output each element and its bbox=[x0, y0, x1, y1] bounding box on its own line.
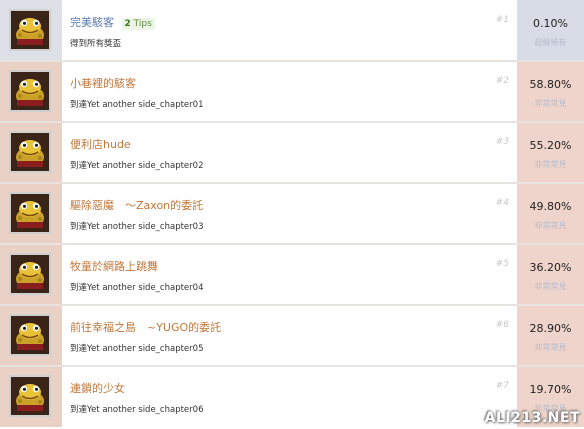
achievement-row[interactable]: 牧童於網路上跳舞 到達Yet another side_chapter04 #5… bbox=[0, 244, 584, 305]
achievement-row[interactable]: 小巷裡的駭客 到達Yet another side_chapter01 #2 5… bbox=[0, 61, 584, 122]
achievement-description: 到達Yet another side_chapter04 bbox=[70, 283, 204, 293]
rarity-label: 非常常見 bbox=[534, 221, 567, 230]
achievement-number: #1 bbox=[495, 15, 509, 25]
rarity-label: 非常常見 bbox=[534, 343, 567, 352]
row-divider bbox=[0, 304, 584, 306]
rarity-panel: 36.20% 非常常見 bbox=[517, 244, 584, 305]
row-content: 牧童於網路上跳舞 到達Yet another side_chapter04 #5 bbox=[62, 244, 517, 305]
achievement-row[interactable]: 前往幸福之島 ~YUGO的委託 到達Yet another side_chapt… bbox=[0, 305, 584, 366]
achievement-title-text[interactable]: 完美駭客 bbox=[70, 16, 114, 29]
row-icon-area bbox=[0, 366, 62, 427]
achievement-row[interactable]: 驅除惡魔 ～Zaxon的委託 到達Yet another side_chapte… bbox=[0, 183, 584, 244]
row-divider bbox=[0, 121, 584, 123]
achievement-row[interactable]: 便利店hude 到達Yet another side_chapter02 #3 … bbox=[0, 122, 584, 183]
achievement-title-text[interactable]: 連鎖的少女 bbox=[70, 382, 125, 395]
achievement-number: #3 bbox=[495, 137, 509, 147]
achievement-description: 到達Yet another side_chapter02 bbox=[70, 161, 204, 171]
achievement-description: 到達Yet another side_chapter05 bbox=[70, 344, 204, 354]
achievement-title-text[interactable]: 便利店hude bbox=[70, 138, 131, 151]
achievement-title[interactable]: 完美駭客 2 Tips bbox=[70, 14, 155, 30]
rarity-label: 非常常見 bbox=[534, 282, 567, 291]
rarity-panel: 28.90% 非常常見 bbox=[517, 305, 584, 366]
row-divider bbox=[0, 365, 584, 367]
achievement-row[interactable]: 完美駭客 2 Tips 得到所有獎盃 #1 0.10% 超級稀有 bbox=[0, 0, 584, 61]
row-icon-area bbox=[0, 61, 62, 122]
rarity-label: 超級稀有 bbox=[534, 38, 567, 47]
rarity-panel: 55.20% 非常常見 bbox=[517, 122, 584, 183]
rarity-label: 非常常見 bbox=[534, 99, 567, 108]
rarity-panel: 49.80% 非常常見 bbox=[517, 183, 584, 244]
row-content: 驅除惡魔 ～Zaxon的委託 到達Yet another side_chapte… bbox=[62, 183, 517, 244]
achievement-title-text[interactable]: 牧童於網路上跳舞 bbox=[70, 260, 158, 273]
achievement-description: 得到所有獎盃 bbox=[70, 39, 122, 49]
achievement-title[interactable]: 便利店hude bbox=[70, 136, 131, 152]
achievement-description: 到達Yet another side_chapter06 bbox=[70, 405, 204, 415]
row-content: 便利店hude 到達Yet another side_chapter02 #3 bbox=[62, 122, 517, 183]
row-divider bbox=[0, 60, 584, 62]
row-divider bbox=[0, 243, 584, 245]
achievement-number: #4 bbox=[495, 198, 509, 208]
tips-badge[interactable]: 2 Tips bbox=[121, 18, 155, 30]
row-content: 前往幸福之島 ~YUGO的委託 到達Yet another side_chapt… bbox=[62, 305, 517, 366]
row-icon-area bbox=[0, 0, 62, 61]
trophy-toad-icon bbox=[9, 253, 51, 295]
row-content: 連鎖的少女 到達Yet another side_chapter06 #7 bbox=[62, 366, 517, 427]
tips-label: Tips bbox=[133, 19, 152, 29]
tips-count: 2 bbox=[124, 19, 131, 29]
unlock-percent: 0.10% bbox=[533, 17, 568, 30]
unlock-percent: 58.80% bbox=[529, 78, 572, 91]
row-icon-area bbox=[0, 244, 62, 305]
achievement-list: 完美駭客 2 Tips 得到所有獎盃 #1 0.10% 超級稀有 小巷裡的駭客 … bbox=[0, 0, 584, 429]
rarity-label: 非常常見 bbox=[534, 160, 567, 169]
unlock-percent: 36.20% bbox=[529, 261, 572, 274]
achievement-number: #5 bbox=[495, 259, 509, 269]
row-divider bbox=[0, 182, 584, 184]
trophy-toad-icon bbox=[9, 9, 51, 51]
achievement-title[interactable]: 連鎖的少女 bbox=[70, 380, 125, 396]
trophy-toad-icon bbox=[9, 314, 51, 356]
achievement-title-text[interactable]: 驅除惡魔 ～Zaxon的委託 bbox=[70, 199, 203, 212]
achievement-title[interactable]: 驅除惡魔 ～Zaxon的委託 bbox=[70, 197, 203, 213]
trophy-toad-icon bbox=[9, 375, 51, 417]
achievement-number: #2 bbox=[495, 76, 509, 86]
unlock-percent: 49.80% bbox=[529, 200, 572, 213]
trophy-toad-icon bbox=[9, 70, 51, 112]
achievement-title[interactable]: 牧童於網路上跳舞 bbox=[70, 258, 158, 274]
row-icon-area bbox=[0, 122, 62, 183]
unlock-percent: 55.20% bbox=[529, 139, 572, 152]
watermark-logo: ALI213.NET bbox=[484, 410, 580, 426]
rarity-panel: 58.80% 非常常見 bbox=[517, 61, 584, 122]
rarity-panel: 0.10% 超級稀有 bbox=[517, 0, 584, 61]
row-content: 小巷裡的駭客 到達Yet another side_chapter01 #2 bbox=[62, 61, 517, 122]
achievement-title-text[interactable]: 小巷裡的駭客 bbox=[70, 77, 136, 90]
achievement-description: 到達Yet another side_chapter03 bbox=[70, 222, 204, 232]
trophy-toad-icon bbox=[9, 131, 51, 173]
achievement-number: #7 bbox=[495, 381, 509, 391]
achievement-title[interactable]: 小巷裡的駭客 bbox=[70, 75, 136, 91]
row-icon-area bbox=[0, 305, 62, 366]
achievement-number: #6 bbox=[495, 320, 509, 330]
achievement-title[interactable]: 前往幸福之島 ~YUGO的委託 bbox=[70, 319, 221, 335]
trophy-toad-icon bbox=[9, 192, 51, 234]
unlock-percent: 28.90% bbox=[529, 322, 572, 335]
unlock-percent: 19.70% bbox=[529, 383, 572, 396]
row-content: 完美駭客 2 Tips 得到所有獎盃 #1 bbox=[62, 0, 517, 61]
achievement-description: 到達Yet another side_chapter01 bbox=[70, 100, 204, 110]
achievement-title-text[interactable]: 前往幸福之島 ~YUGO的委託 bbox=[70, 321, 221, 334]
row-icon-area bbox=[0, 183, 62, 244]
